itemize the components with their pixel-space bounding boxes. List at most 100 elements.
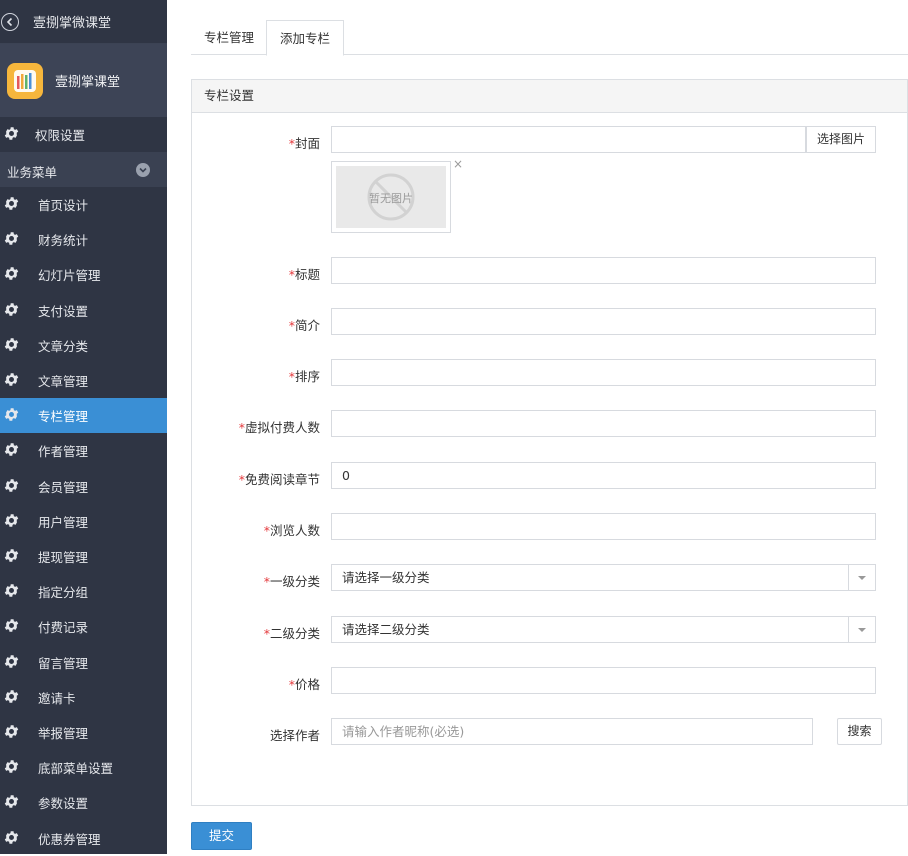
- close-icon[interactable]: ×: [453, 157, 463, 171]
- sidebar-item-7[interactable]: 作者管理: [0, 433, 167, 468]
- sidebar-item-3[interactable]: 支付设置: [0, 293, 167, 328]
- sidebar-item-label: 作者管理: [38, 444, 89, 459]
- cover-input[interactable]: [331, 126, 806, 153]
- sort-input[interactable]: [331, 359, 876, 386]
- cover-label: *封面: [288, 136, 320, 151]
- sidebar-item-label: 用户管理: [38, 515, 89, 530]
- column-settings-panel: 专栏设置 *封面 选择图片 暂无图片 × *标题 *简介 *排序 *虚拟付费人数: [191, 79, 908, 806]
- sidebar-item-12[interactable]: 付费记录: [0, 609, 167, 644]
- sidebar-item-label: 文章分类: [38, 339, 89, 354]
- sidebar-item-13[interactable]: 留言管理: [0, 645, 167, 680]
- gear-icon: [3, 441, 20, 461]
- gear-icon: [3, 195, 20, 215]
- intro-input[interactable]: [331, 308, 876, 335]
- sidebar-item-label: 付费记录: [38, 620, 89, 635]
- free-chapters-label: *免费阅读章节: [238, 472, 320, 487]
- sidebar-item-15[interactable]: 举报管理: [0, 715, 167, 750]
- category1-label: *一级分类: [263, 574, 320, 589]
- sidebar-item-label: 指定分组: [38, 585, 89, 600]
- sidebar-item-2[interactable]: 幻灯片管理: [0, 257, 167, 292]
- category2-select[interactable]: 请选择二级分类: [331, 616, 876, 643]
- sidebar-item-label: 文章管理: [38, 374, 89, 389]
- title-label: *标题: [288, 267, 320, 282]
- back-arrow-icon[interactable]: [1, 12, 19, 31]
- main-content: 专栏管理 添加专栏 专栏设置 *封面 选择图片 暂无图片 × *标题 *简介 *…: [167, 0, 908, 854]
- sidebar-item-6[interactable]: 专栏管理: [0, 398, 167, 433]
- sidebar-item-11[interactable]: 指定分组: [0, 574, 167, 609]
- gear-icon: [3, 477, 20, 497]
- category2-value: 请选择二级分类: [342, 622, 430, 637]
- chevron-down-icon[interactable]: [848, 565, 875, 590]
- sidebar-item-16[interactable]: 底部菜单设置: [0, 750, 167, 785]
- gear-icon: [3, 512, 20, 532]
- author-search-placeholder: 请输入作者昵称(必选): [342, 724, 465, 739]
- sidebar-item-14[interactable]: 邀请卡: [0, 680, 167, 715]
- gear-icon: [3, 301, 20, 321]
- sidebar-item-label: 提现管理: [38, 550, 89, 565]
- category1-select[interactable]: 请选择一级分类: [331, 564, 876, 591]
- submit-button[interactable]: 提交: [191, 822, 252, 850]
- sidebar-item-permissions[interactable]: 权限设置: [0, 117, 167, 152]
- price-input[interactable]: [331, 667, 876, 694]
- tab-column-manage[interactable]: 专栏管理: [191, 20, 267, 55]
- virtual-payers-input[interactable]: [331, 410, 876, 437]
- category2-label: *二级分类: [263, 626, 320, 641]
- sidebar-header: 壹捌掌微课堂: [0, 0, 167, 44]
- app-name: 壹捌掌课堂: [55, 75, 121, 90]
- sidebar: 壹捌掌微课堂 壹捌掌课堂 权限设置 业务菜单 首页设计 财务统计幻灯片管理支付设置…: [0, 0, 167, 854]
- gear-icon: [3, 406, 20, 426]
- search-button[interactable]: 搜索: [837, 718, 882, 745]
- sidebar-item-label: 支付设置: [38, 304, 89, 319]
- gear-icon: [3, 723, 20, 743]
- gear-icon: [3, 230, 20, 250]
- tab-add-column[interactable]: 添加专栏: [266, 20, 345, 56]
- no-image-text: 暂无图片: [369, 192, 413, 205]
- intro-label: *简介: [288, 318, 320, 333]
- sidebar-item-17[interactable]: 参数设置: [0, 785, 167, 820]
- chevron-down-icon[interactable]: [136, 163, 150, 177]
- sidebar-item-9[interactable]: 用户管理: [0, 504, 167, 539]
- sidebar-item-0[interactable]: 首页设计: [0, 187, 167, 222]
- sidebar-item-1[interactable]: 财务统计: [0, 222, 167, 257]
- category1-value: 请选择一级分类: [342, 570, 430, 585]
- views-input[interactable]: [331, 513, 876, 540]
- sidebar-item-label: 权限设置: [35, 128, 86, 143]
- gear-icon: [3, 547, 20, 567]
- select-image-button[interactable]: 选择图片: [806, 126, 876, 153]
- sidebar-item-label: 留言管理: [38, 656, 89, 671]
- sidebar-item-10[interactable]: 提现管理: [0, 539, 167, 574]
- sidebar-item-18[interactable]: 优惠券管理: [0, 821, 167, 856]
- gear-icon: [3, 617, 20, 637]
- sidebar-back-title: 壹捌掌微课堂: [33, 16, 112, 31]
- gear-icon: [3, 371, 20, 391]
- sidebar-item-8[interactable]: 会员管理: [0, 469, 167, 504]
- cover-thumbnail: 暂无图片: [331, 161, 451, 233]
- sidebar-item-label: 参数设置: [38, 796, 89, 811]
- gear-icon: [3, 265, 20, 285]
- panel-title: 专栏设置: [192, 80, 907, 113]
- gear-icon: [3, 793, 20, 813]
- gear-icon: [3, 758, 20, 778]
- views-label: *浏览人数: [263, 523, 320, 538]
- sidebar-item-label: 邀请卡: [38, 691, 76, 706]
- sidebar-item-label: 会员管理: [38, 480, 89, 495]
- sidebar-item-label: 幻灯片管理: [38, 268, 101, 283]
- sidebar-item-5[interactable]: 文章管理: [0, 363, 167, 398]
- free-chapters-input[interactable]: 0: [331, 462, 876, 489]
- gear-icon: [3, 582, 20, 602]
- app-logo-icon: [7, 62, 43, 99]
- gear-icon: [3, 653, 20, 673]
- gear-icon: [3, 829, 20, 849]
- sidebar-item-label: 优惠券管理: [38, 832, 101, 847]
- sidebar-item-label: 底部菜单设置: [38, 761, 114, 776]
- no-image-placeholder: 暂无图片: [336, 166, 446, 228]
- sidebar-group-business[interactable]: 业务菜单: [0, 152, 167, 187]
- author-search-input[interactable]: 请输入作者昵称(必选): [331, 718, 813, 745]
- title-input[interactable]: [331, 257, 876, 284]
- tab-bar: 专栏管理 添加专栏: [191, 20, 908, 56]
- sidebar-item-4[interactable]: 文章分类: [0, 328, 167, 363]
- chevron-down-icon[interactable]: [848, 617, 875, 642]
- sidebar-item-label: 举报管理: [38, 726, 89, 741]
- sort-label: *排序: [288, 369, 320, 384]
- sidebar-item-label: 专栏管理: [38, 409, 89, 424]
